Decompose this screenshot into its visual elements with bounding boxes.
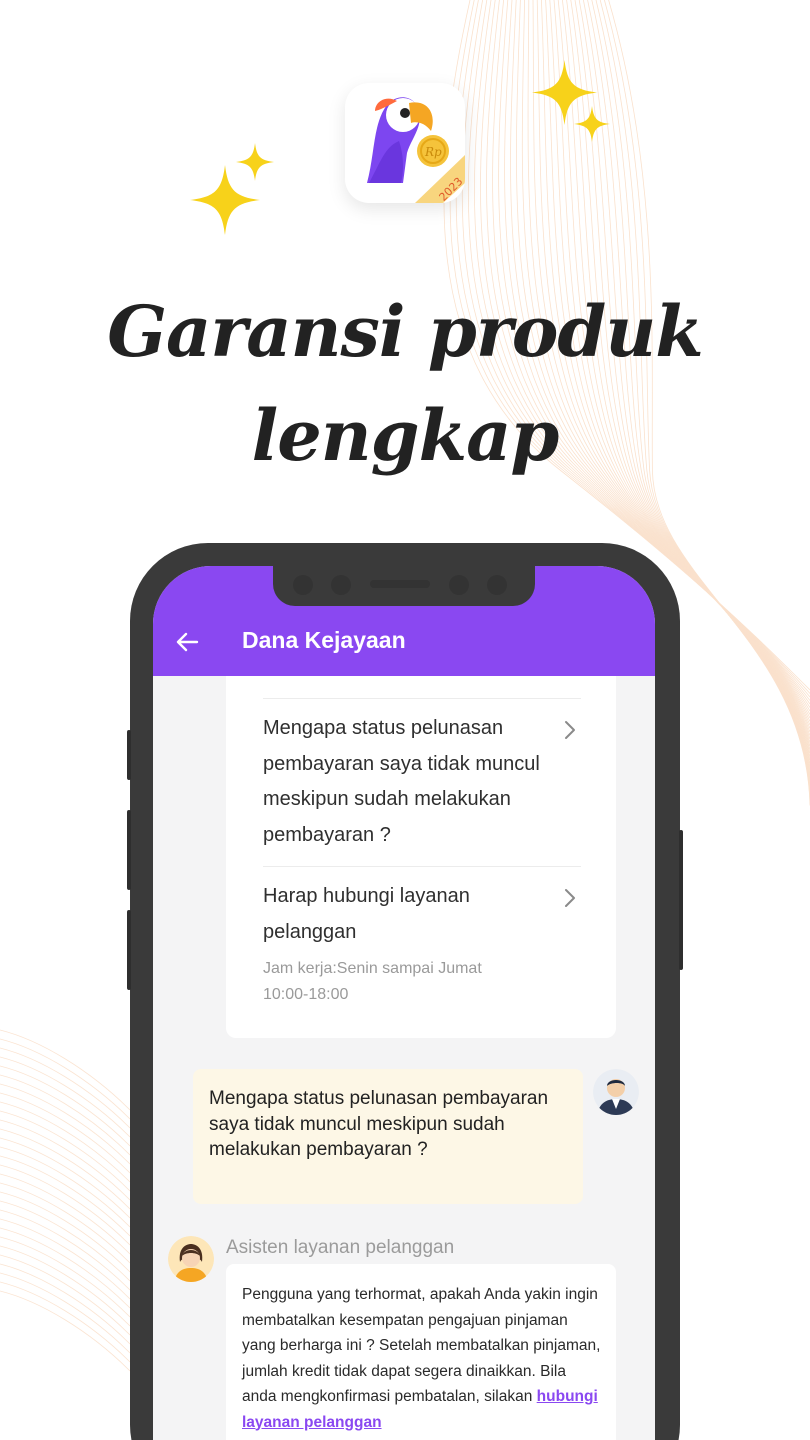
chevron-right-icon <box>565 889 575 907</box>
arrow-left-icon[interactable] <box>175 630 199 654</box>
user-message-bubble: Mengapa status pelunasan pembayaran saya… <box>193 1069 583 1204</box>
faq-item[interactable]: Harap hubungi layanan pelanggan Jam kerj… <box>263 879 583 1008</box>
phone-side-button <box>127 910 131 990</box>
working-hours-text: Jam kerja:Senin sampai Jumat 10:00-18:00 <box>263 960 482 1003</box>
divider <box>263 698 581 699</box>
phone-screen: Dana Kejayaan Mengapa status pelunasan p… <box>153 566 655 1440</box>
headline-line-2: lengkap <box>251 394 560 477</box>
faq-item[interactable]: Mengapa status pelunasan pembayaran saya… <box>263 711 583 853</box>
sparkle-icon <box>574 106 610 142</box>
agent-avatar <box>168 1236 214 1282</box>
page-title: Dana Kejayaan <box>242 627 406 653</box>
phone-side-button <box>127 730 131 780</box>
agent-message-bubble: Pengguna yang terhormat, apakah Anda yak… <box>226 1264 616 1440</box>
headline: Garansi produk lengkap <box>0 280 810 488</box>
phone-side-button <box>679 830 683 970</box>
user-avatar <box>593 1069 639 1115</box>
headline-line-1: Garansi produk <box>107 290 704 373</box>
sparkle-icon <box>236 143 274 181</box>
chevron-right-icon <box>565 721 575 739</box>
divider <box>263 866 581 867</box>
phone-side-button <box>127 810 131 890</box>
faq-card: Mengapa status pelunasan pembayaran saya… <box>226 676 616 1038</box>
agent-name: Asisten layanan pelanggan <box>226 1237 455 1258</box>
app-logo: Rp 2023 <box>345 83 465 203</box>
coin-text: Rp <box>424 145 442 159</box>
phone-notch <box>273 566 535 606</box>
faq-item-text: Harap hubungi layanan pelanggan <box>263 885 470 943</box>
faq-item-text: Mengapa status pelunasan pembayaran saya… <box>263 717 540 846</box>
